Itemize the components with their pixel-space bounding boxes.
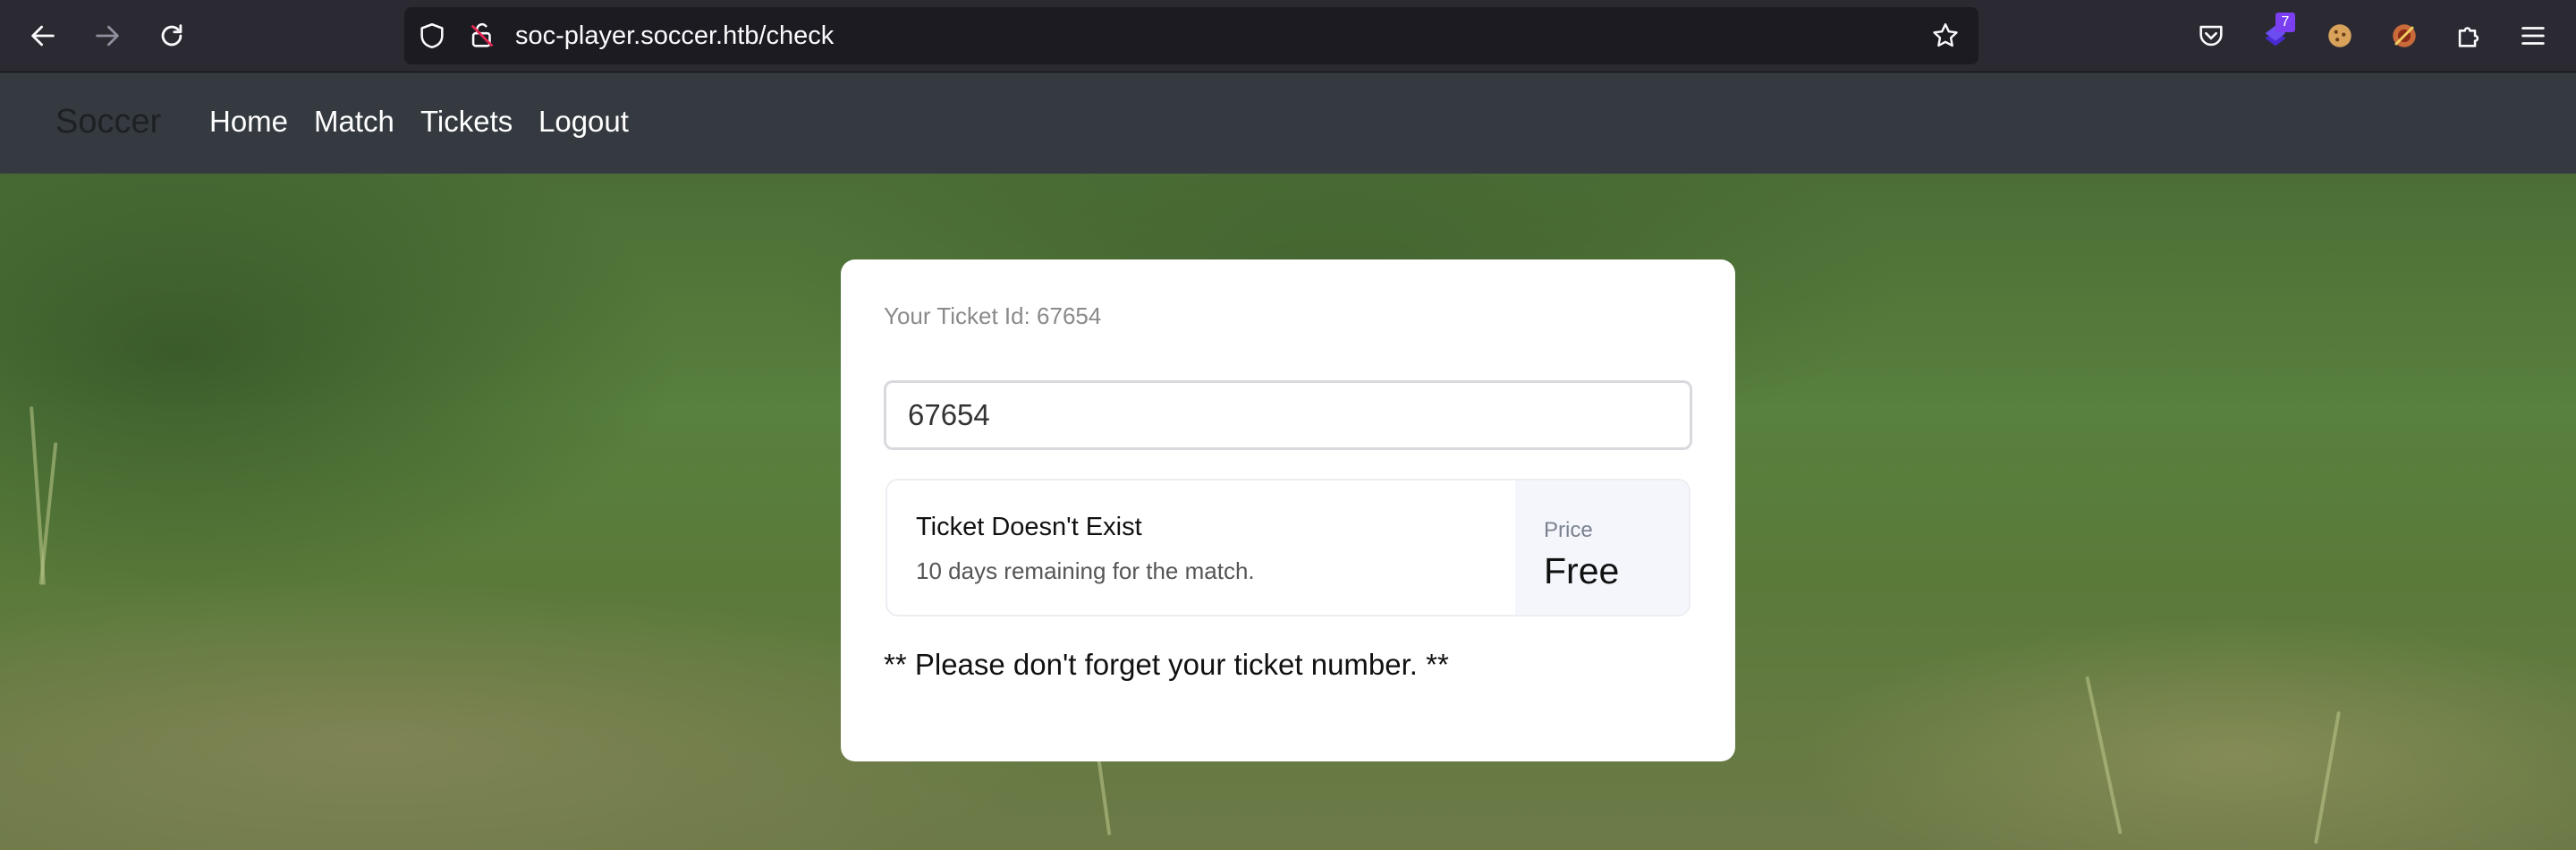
nav-home[interactable]: Home [209,72,288,171]
pocket-icon[interactable] [2193,18,2229,54]
cookie-editor-icon[interactable] [2386,18,2422,54]
reload-icon [161,24,182,47]
price-panel: Price Free [1515,480,1689,615]
ticket-check-card: Your Ticket Id: 67654 Ticket Doesn't Exi… [841,259,1735,761]
extension-icon[interactable]: 7 [2258,13,2295,54]
extension-badge: 7 [2275,13,2295,32]
forward-arrow-icon [96,25,119,47]
site-navbar: Soccer Home Match Tickets Logout [0,72,2576,174]
price-value: Free [1544,550,1620,591]
hamburger-menu-icon[interactable] [2515,18,2551,54]
grass-blade [2085,676,2123,835]
browser-toolbar: soc-player.soccer.htb/check 7 [0,0,2576,72]
bookmark-star-icon[interactable] [1930,21,1961,51]
ticket-number-input[interactable] [884,380,1692,450]
ticket-result: Ticket Doesn't Exist 10 days remaining f… [886,479,1690,616]
nav-tickets[interactable]: Tickets [420,72,513,171]
insecure-lock-icon[interactable] [467,21,497,51]
shield-icon[interactable] [417,21,447,51]
forward-button[interactable] [88,16,127,55]
result-subtitle: 10 days remaining for the match. [916,557,1255,584]
ticket-reminder: ** Please don't forget your ticket numbe… [884,648,1449,681]
cookie-icon[interactable] [2322,18,2358,54]
price-label: Price [1544,518,1593,542]
grass-blade [2314,710,2341,845]
result-title: Ticket Doesn't Exist [916,513,1142,541]
back-button[interactable] [23,16,63,55]
extensions-puzzle-icon[interactable] [2451,18,2487,54]
grass-blade [38,442,58,585]
nav-match[interactable]: Match [314,72,394,171]
nav-logout[interactable]: Logout [538,72,629,171]
brand-logo[interactable]: Soccer [55,72,161,171]
url-bar[interactable]: soc-player.soccer.htb/check [404,7,1979,64]
url-text[interactable]: soc-player.soccer.htb/check [515,7,834,64]
ticket-id-label: Your Ticket Id: 67654 [884,302,1102,329]
reload-button[interactable] [152,16,191,55]
back-arrow-icon [31,25,55,47]
